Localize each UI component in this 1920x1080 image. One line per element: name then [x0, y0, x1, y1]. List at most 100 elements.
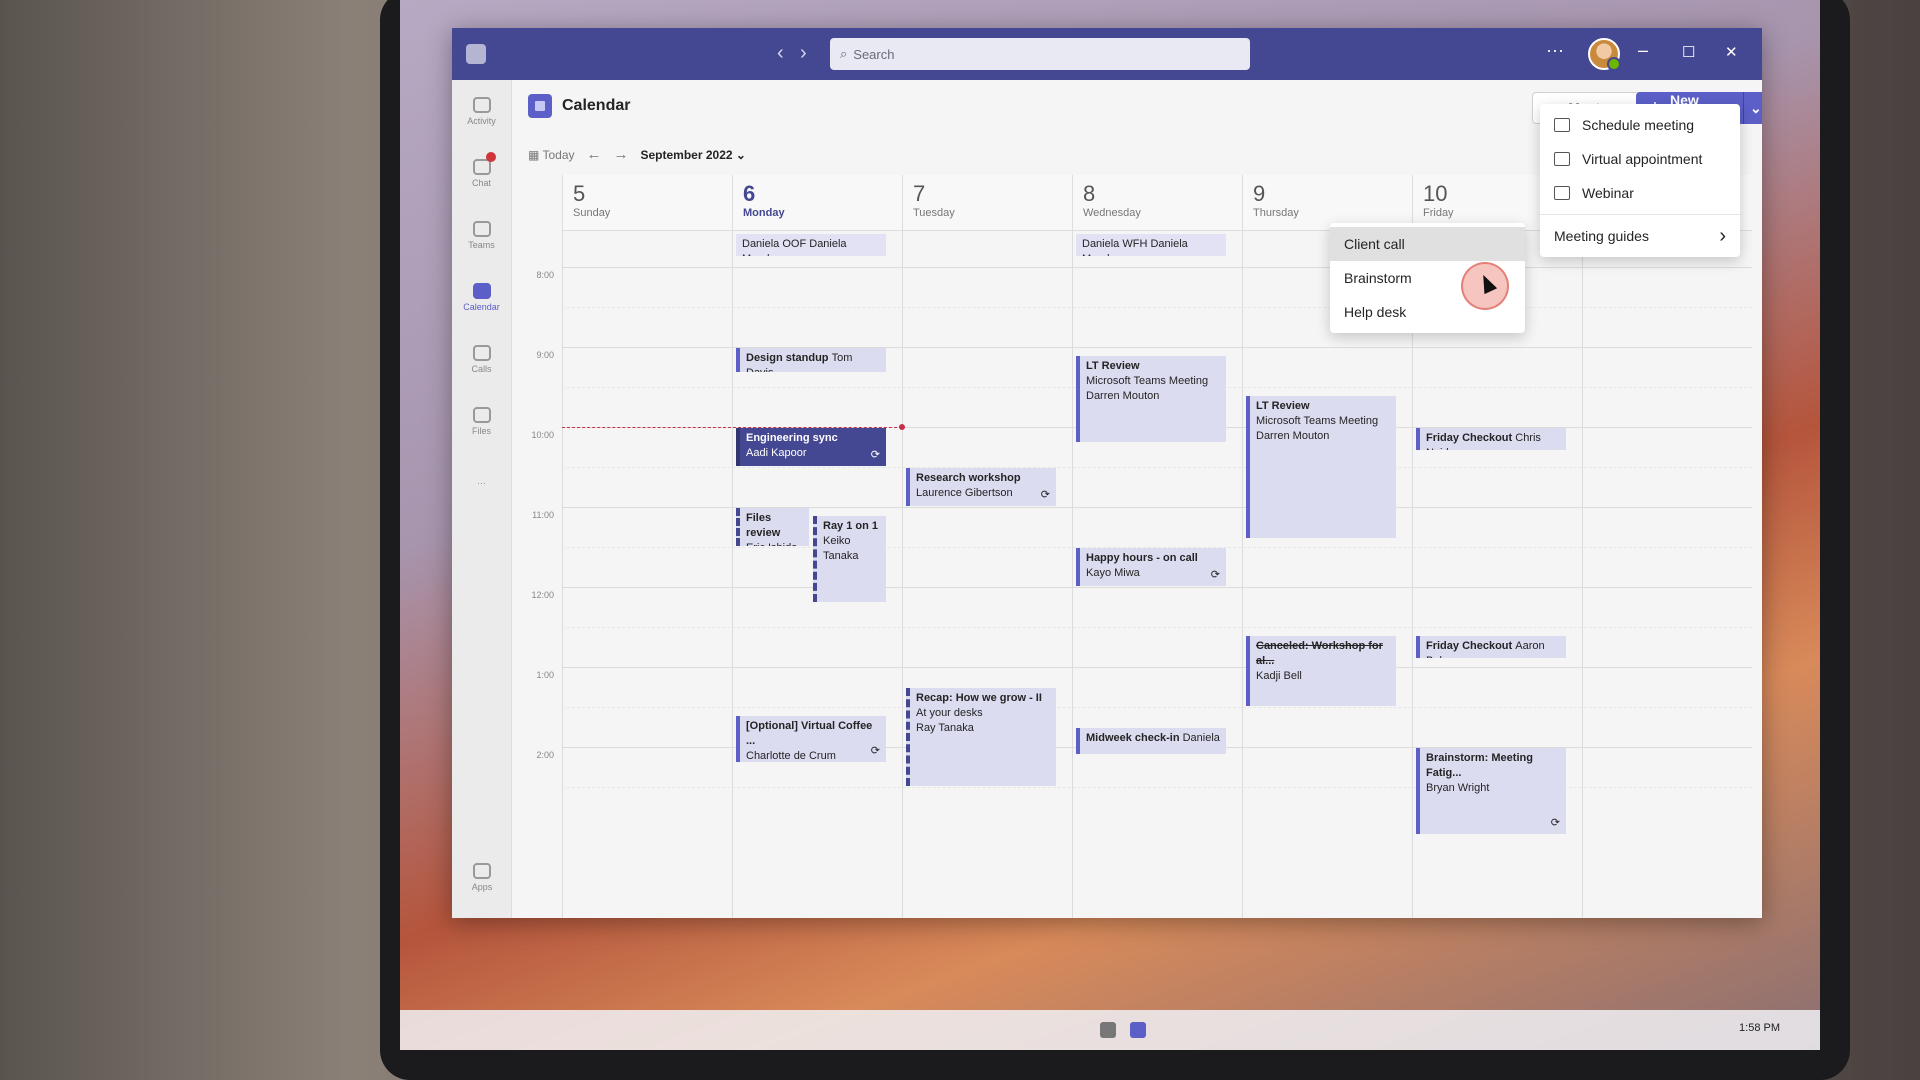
teams-logo-icon: [466, 44, 486, 64]
calendar-app-icon: [528, 94, 552, 118]
column-divider: [1582, 231, 1583, 918]
event-title-text: LT Review: [1256, 400, 1310, 412]
event-detail: Ray Tanaka: [916, 722, 974, 734]
files-icon: [472, 406, 491, 423]
menu-item-label: Client call: [1344, 236, 1405, 252]
calendar-event[interactable]: Friday Checkout Aaron Bak...: [1416, 636, 1566, 658]
event-title-text: Engineering sync: [746, 432, 838, 444]
event-title: Friday Checkout Aaron Bak...: [1426, 639, 1560, 658]
day-header[interactable]: 6 Monday: [732, 175, 902, 231]
more-options-button[interactable]: ···: [1546, 40, 1564, 61]
close-button[interactable]: ✕: [1725, 43, 1738, 61]
rail-item-teams[interactable]: Teams: [452, 204, 511, 266]
event-detail: Microsoft Teams Meeting: [1086, 375, 1209, 387]
time-label: 9:00: [536, 350, 554, 360]
calendar-event[interactable]: Ray 1 on 1 Keiko Tanaka: [813, 516, 886, 602]
calendar-event[interactable]: LT Review Microsoft Teams Meeting Darren M…: [1246, 396, 1396, 538]
submenu-item-client-call[interactable]: Client call: [1330, 227, 1525, 261]
column-divider: [732, 231, 733, 918]
back-button[interactable]: ‹: [777, 42, 784, 65]
day-header[interactable]: 8 Wednesday: [1072, 175, 1242, 231]
month-picker[interactable]: September 2022 ⌄: [641, 148, 746, 162]
calendar-event[interactable]: Canceled: Workshop for al... Kadji Bell: [1246, 636, 1396, 706]
event-title-text: Files review: [746, 512, 781, 539]
maximize-button[interactable]: ☐: [1682, 43, 1695, 61]
calendar-event[interactable]: Recap: How we grow - II At your desks Ray …: [906, 688, 1056, 786]
today-label: Today: [542, 147, 575, 162]
calendar-event[interactable]: Happy hours - on call Kayo Miwa ⟳: [1076, 548, 1226, 586]
calendar-icon: [1554, 118, 1570, 132]
event-title-text: Design standup: [746, 352, 829, 364]
next-week-arrow-icon[interactable]: →: [614, 146, 629, 163]
rail-label: Calls: [471, 363, 492, 374]
event-detail: Bryan Wright: [1426, 782, 1490, 794]
recurring-icon: ⟳: [870, 449, 880, 461]
half-hour-line: [562, 627, 1752, 628]
minimize-button[interactable]: –: [1638, 40, 1648, 61]
rail-label: Files: [471, 425, 491, 436]
rail-label: ···: [477, 478, 486, 488]
rail-item-calendar[interactable]: Calendar: [452, 266, 511, 328]
menu-item-webinar[interactable]: Webinar: [1540, 176, 1740, 210]
rail-item-[interactable]: ···: [452, 452, 511, 514]
event-detail: Darren Mouton: [1256, 430, 1330, 442]
rail-item-activity[interactable]: Activity: [452, 80, 511, 142]
recurring-icon: ⟳: [1210, 569, 1220, 581]
event-title: LT Review: [1086, 359, 1220, 374]
app-rail: Activity Chat Teams Calendar Calls Files ··· Ap…: [452, 80, 512, 918]
calendar-event[interactable]: Midweek check-in Daniela ...: [1076, 728, 1226, 754]
all-day-event[interactable]: Daniela OOF Daniela Mandera: [736, 234, 886, 256]
calendar-event[interactable]: Engineering sync Aadi Kapoor ⟳: [736, 428, 886, 466]
event-detail: Microsoft Teams Meeting: [1256, 415, 1379, 427]
menu-item-schedule-meeting[interactable]: Schedule meeting: [1540, 108, 1740, 142]
calls-icon: [472, 344, 491, 361]
webinar-icon: [1554, 186, 1570, 200]
calendar-event[interactable]: Design standup Tom Davis: [736, 348, 886, 373]
forward-button[interactable]: ›: [800, 42, 807, 65]
event-title-text: Friday Checkout: [1426, 640, 1513, 652]
time-label: 1:00: [536, 670, 554, 680]
search-input[interactable]: ⌕ Search: [830, 38, 1250, 70]
calendar-event[interactable]: Friday Checkout Chris Naid...: [1416, 428, 1566, 450]
column-divider: [1072, 231, 1073, 918]
chevron-down-icon: ⌄: [735, 147, 746, 162]
hour-line: [562, 667, 1752, 668]
event-title: Happy hours - on call: [1086, 551, 1220, 566]
recurring-icon: ⟳: [1550, 817, 1560, 829]
event-title: Canceled: Workshop for al...: [1256, 639, 1390, 669]
new-meeting-dropdown-button[interactable]: ⌄: [1742, 92, 1762, 124]
all-day-event[interactable]: Daniela WFH Daniela Mandera: [1076, 234, 1226, 256]
calendar-event[interactable]: Brainstorm: Meeting Fatig... Bryan Wright…: [1416, 748, 1566, 834]
event-title-text: Happy hours - on call: [1086, 552, 1198, 564]
rail-item-apps[interactable]: Apps: [452, 846, 512, 908]
calendar-event[interactable]: [Optional] Virtual Coffee ... Charlotte d…: [736, 716, 886, 762]
menu-item-virtual-appointment[interactable]: Virtual appointment: [1540, 142, 1740, 176]
today-button[interactable]: ▦ Today: [528, 148, 575, 162]
event-detail: Eric Ishida: [746, 541, 803, 546]
calendar-event[interactable]: Research workshop Laurence Gibertson ⟳: [906, 468, 1056, 506]
menu-item-label: Webinar: [1582, 185, 1634, 201]
rail-item-files[interactable]: Files: [452, 390, 511, 452]
avatar[interactable]: [1588, 38, 1621, 71]
previous-week-arrow-icon[interactable]: ←: [587, 146, 602, 163]
page-title: Calendar: [528, 94, 630, 118]
day-name: Tuesday: [913, 207, 955, 219]
current-time-dot: [899, 424, 905, 430]
page-title-text: Calendar: [562, 97, 631, 114]
calendar-event[interactable]: Files review Eric Ishida: [736, 508, 809, 546]
rail-item-chat[interactable]: Chat: [452, 142, 511, 204]
chevron-down-icon: ⌄: [1749, 99, 1762, 116]
menu-item-label: Meeting guides: [1554, 228, 1649, 244]
event-title: Recap: How we grow - II: [916, 691, 1050, 706]
file-explorer-icon[interactable]: [1100, 1022, 1116, 1038]
menu-item-meeting-guides[interactable]: Meeting guides ›: [1540, 219, 1740, 253]
teams-taskbar-icon[interactable]: [1130, 1022, 1146, 1038]
day-header[interactable]: 7 Tuesday: [902, 175, 1072, 231]
event-title: Research workshop: [916, 471, 1050, 486]
event-title-text: LT Review: [1086, 360, 1140, 372]
rail-item-calls[interactable]: Calls: [452, 328, 511, 390]
event-title: [Optional] Virtual Coffee ...: [746, 719, 880, 749]
day-header[interactable]: 5 Sunday: [562, 175, 732, 231]
event-title: Files review: [746, 511, 803, 541]
calendar-event[interactable]: LT Review Microsoft Teams Meeting Darren M…: [1076, 356, 1226, 442]
